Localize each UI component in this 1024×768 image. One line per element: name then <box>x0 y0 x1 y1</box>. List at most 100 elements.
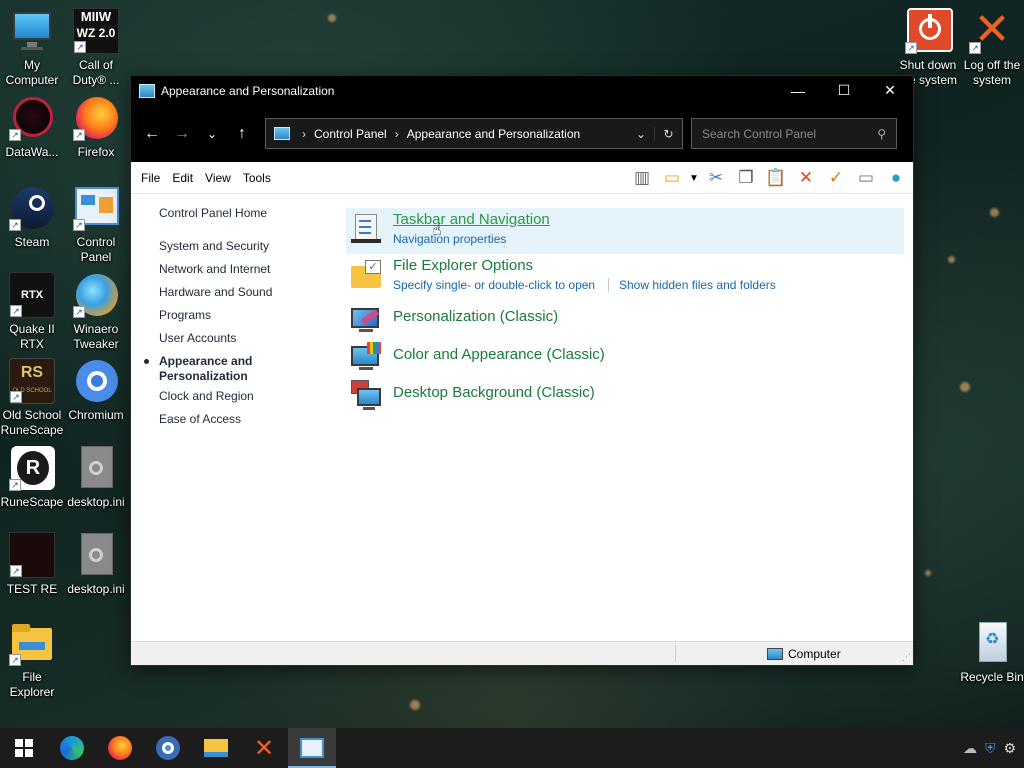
menu-view[interactable]: View <box>199 171 237 185</box>
checkmark-icon[interactable]: ✓ <box>821 166 851 190</box>
address-bar[interactable]: › Control Panel › Appearance and Persona… <box>265 118 683 149</box>
task-title[interactable]: Desktop Background (Classic) <box>393 384 595 401</box>
taskbar-chromium[interactable] <box>144 728 192 768</box>
desktop-icon-label: Chromium <box>68 408 124 422</box>
shortcut-arrow-icon: ↗ <box>73 219 85 231</box>
sidebar-item-ease-of-access[interactable]: Ease of Access <box>159 412 241 426</box>
breadcrumb-control-panel[interactable]: Control Panel <box>314 127 387 141</box>
menu-file[interactable]: File <box>135 171 166 185</box>
desktop-icon-label: Call of Duty® ... <box>72 58 120 87</box>
security-shield-icon[interactable]: ⛨ <box>985 740 996 757</box>
maximize-button[interactable]: ☐ <box>821 76 867 105</box>
breadcrumb-appearance[interactable]: Appearance and Personalization <box>407 127 580 141</box>
menu-tools[interactable]: Tools <box>237 171 277 185</box>
desktop-icon-osrs[interactable]: RS OLD SCHOOL ↗ Old School RuneScape <box>0 358 64 438</box>
breadcrumb-separator-icon[interactable]: › <box>395 127 399 141</box>
select-folder-icon[interactable]: ▭ <box>657 166 687 190</box>
desktop-icon-desktop-ini-1[interactable]: desktop.ini <box>64 445 128 510</box>
delete-icon[interactable]: ✕ <box>791 166 821 190</box>
sidebar-item-appearance-personalization[interactable]: Appearance and Personalization <box>159 354 269 384</box>
task-file-explorer-options[interactable]: ✓ File Explorer Options Specify single- … <box>346 254 904 300</box>
dropdown-chevron-icon[interactable]: ▼ <box>687 166 701 190</box>
close-x-icon: ✕ <box>253 734 275 762</box>
minimize-button[interactable]: — <box>775 76 821 105</box>
desktop-icon-control-panel[interactable]: ↗ Control Panel <box>64 185 128 265</box>
task-title[interactable]: Personalization (Classic) <box>393 308 558 325</box>
sidebar-item-system-security[interactable]: System and Security <box>159 239 269 253</box>
task-link[interactable]: Navigation properties <box>393 232 506 246</box>
taskbar-file-explorer[interactable] <box>192 728 240 768</box>
edge-icon <box>60 736 84 760</box>
desktop-icon-firefox[interactable]: ↗ Firefox <box>64 95 128 160</box>
task-link[interactable]: Specify single- or double-click to open <box>393 278 595 292</box>
globe-icon[interactable]: ● <box>881 166 911 190</box>
shortcut-arrow-icon: ↗ <box>905 42 917 54</box>
shortcut-arrow-icon: ↗ <box>74 41 86 53</box>
task-desktop-background-classic[interactable]: Desktop Background (Classic) <box>346 378 904 414</box>
desktop-icon-winaero[interactable]: ↗ Winaero Tweaker <box>64 272 128 352</box>
copy-icon[interactable]: ❐ <box>731 166 761 190</box>
desktop-background-icon <box>351 380 381 410</box>
properties-icon[interactable]: ▭ <box>851 166 881 190</box>
navigation-bar: ← → ⌄ ↑ › Control Panel › Appearance and… <box>131 105 913 162</box>
task-link[interactable]: Show hidden files and folders <box>619 278 776 292</box>
task-title[interactable]: File Explorer Options <box>393 257 533 274</box>
task-taskbar-navigation[interactable]: Taskbar and Navigation Navigation proper… <box>346 208 904 254</box>
desktop-icon-my-computer[interactable]: My Computer <box>0 8 64 88</box>
desktop-icon-label: Recycle Bin <box>960 670 1024 684</box>
taskbar-firefox[interactable] <box>96 728 144 768</box>
desktop-icon-test-re[interactable]: ↗ TEST RE <box>0 532 64 597</box>
desktop-icon-label: Quake II RTX <box>9 322 55 351</box>
taskbar-logoff[interactable]: ✕ <box>240 728 288 768</box>
back-arrow-icon[interactable]: ← <box>137 119 167 149</box>
sidebar-item-hardware-sound[interactable]: Hardware and Sound <box>159 285 272 299</box>
desktop-icon-desktop-ini-2[interactable]: desktop.ini <box>64 532 128 597</box>
task-title[interactable]: Color and Appearance (Classic) <box>393 346 605 363</box>
status-bar: Computer ⋰ <box>131 641 913 665</box>
desktop-icon-label: TEST RE <box>6 582 58 596</box>
recent-locations-chevron-icon[interactable]: ⌄ <box>197 119 227 149</box>
sidebar-item-user-accounts[interactable]: User Accounts <box>159 331 236 345</box>
close-button[interactable]: ✕ <box>867 76 913 105</box>
preview-pane-icon[interactable]: ▥ <box>627 166 657 190</box>
title-bar[interactable]: Appearance and Personalization — ☐ ✕ <box>131 76 913 105</box>
folder-icon <box>204 739 228 757</box>
desktop-icon-quake[interactable]: RTX ↗ Quake II RTX <box>0 272 64 352</box>
sidebar-item-clock-region[interactable]: Clock and Region <box>159 389 254 403</box>
sidebar-item-programs[interactable]: Programs <box>159 308 211 322</box>
address-dropdown-chevron-icon[interactable]: ⌄ <box>628 127 654 141</box>
desktop-icon-label: RuneScape <box>0 495 64 509</box>
start-button[interactable] <box>0 728 48 768</box>
taskbar-control-panel[interactable] <box>288 728 336 768</box>
gear-icon[interactable]: ⚙ <box>1003 740 1016 757</box>
breadcrumb-separator-icon[interactable]: › <box>302 127 306 141</box>
task-color-appearance-classic[interactable]: Color and Appearance (Classic) <box>346 340 904 376</box>
refresh-icon[interactable]: ↻ <box>654 126 682 141</box>
status-location-label: Computer <box>788 647 841 661</box>
sidebar-control-panel-home[interactable]: Control Panel Home <box>159 206 267 220</box>
shortcut-arrow-icon: ↗ <box>10 391 22 403</box>
desktop-icon-file-explorer[interactable]: ↗ File Explorer <box>0 620 64 700</box>
search-input[interactable]: Search Control Panel ⚲ <box>691 118 897 149</box>
desktop-icon-chromium[interactable]: Chromium <box>64 358 128 423</box>
desktop-icon-datawatch[interactable]: ↗ DataWa... <box>0 95 64 160</box>
cut-icon[interactable]: ✂ <box>701 166 731 190</box>
taskbar-edge[interactable] <box>48 728 96 768</box>
shortcut-arrow-icon: ↗ <box>73 306 85 318</box>
sidebar-item-network-internet[interactable]: Network and Internet <box>159 262 270 276</box>
resize-grip-icon[interactable]: ⋰ <box>902 652 911 663</box>
desktop-icon-runescape[interactable]: R ↗ RuneScape <box>0 445 64 510</box>
up-arrow-icon[interactable]: ↑ <box>227 119 257 149</box>
paste-icon[interactable]: 📋 <box>761 166 791 190</box>
desktop-icon-recycle-bin[interactable]: ♻ Recycle Bin <box>960 620 1024 685</box>
desktop-icon-logoff[interactable]: ✕ ↗ Log off the system <box>960 8 1024 88</box>
task-personalization-classic[interactable]: Personalization (Classic) <box>346 302 904 338</box>
menu-edit[interactable]: Edit <box>166 171 199 185</box>
forward-arrow-icon[interactable]: → <box>167 119 197 149</box>
onedrive-offline-icon[interactable]: ☁ <box>963 740 977 757</box>
task-title[interactable]: Taskbar and Navigation <box>393 211 550 228</box>
datawatch-icon: ↗ <box>9 95 55 141</box>
desktop-icon-label: Old School RuneScape <box>0 408 64 437</box>
desktop-icon-steam[interactable]: ↗ Steam <box>0 185 64 250</box>
desktop-icon-call-of-duty[interactable]: MIIW WZ 2.0 ↗ Call of Duty® ... <box>64 8 128 88</box>
